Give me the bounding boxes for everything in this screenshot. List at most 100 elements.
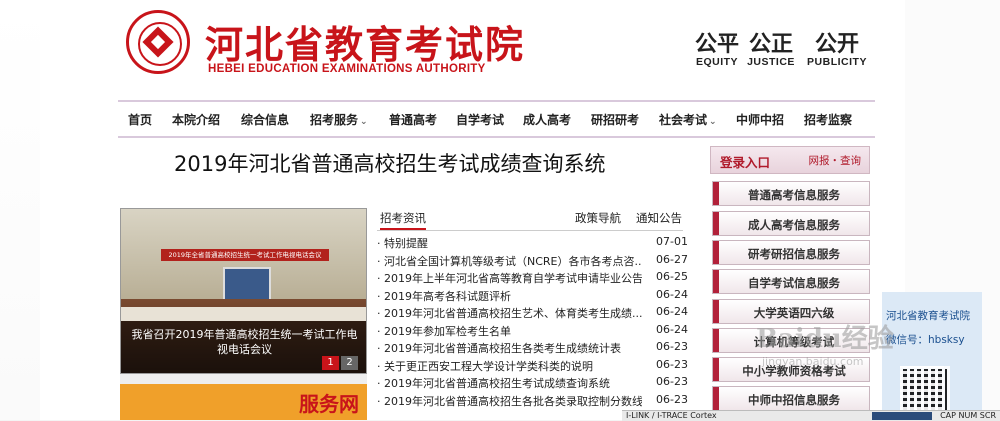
news-title[interactable]: · 特别提醒 xyxy=(377,235,642,251)
nav-general-info[interactable]: 综合信息 xyxy=(241,111,289,128)
list-item[interactable]: · 2019年高考各科试题评析 06-24 xyxy=(377,287,688,306)
sidebar-button-label: 成人高考信息服务 xyxy=(748,218,840,232)
news-title[interactable]: · 2019年河北省普通高校招生各类考生成绩统计表 xyxy=(377,340,642,356)
sidebar-self-study-service[interactable]: 自学考试信息服务 xyxy=(712,269,870,294)
watermark-url: jingyan.baidu.com xyxy=(762,355,864,368)
sidebar-graduate-service[interactable]: 研考研招信息服务 xyxy=(712,240,870,265)
nav-about[interactable]: 本院介绍 xyxy=(172,111,220,128)
meeting-banner: 2019年全省普通高校招生统一考试工作电视电话会议 xyxy=(161,249,329,261)
list-item[interactable]: · 河北省全国计算机等级考试（NCRE）各市各考点咨... 06-27 xyxy=(377,252,688,271)
status-left: I-LINK / I-TRACE Cortex xyxy=(626,411,717,420)
status-bar: I-LINK / I-TRACE Cortex CAP NUM SCR xyxy=(622,410,1000,421)
news-date: 06-23 xyxy=(656,357,688,371)
qr-code-pattern xyxy=(900,366,944,410)
motto-english: JUSTICE xyxy=(747,56,795,68)
login-subtitle[interactable]: 网报・查询 xyxy=(809,153,862,168)
sidebar-gaokao-service[interactable]: 普通高考信息服务 xyxy=(712,181,870,206)
news-title[interactable]: · 2019年参加军检考生名单 xyxy=(377,323,642,339)
nav-adult-exam[interactable]: 成人高考 xyxy=(523,111,571,128)
list-item[interactable]: · 2019年上半年河北省高等教育自学考试申请毕业公告 06-25 xyxy=(377,270,688,288)
motto-english: PUBLICITY xyxy=(807,56,867,68)
news-date: 06-24 xyxy=(656,305,688,318)
motto-label: 公平 xyxy=(694,31,739,57)
nav-label: 招考服务 xyxy=(310,113,359,127)
nav-supervision[interactable]: 招考监察 xyxy=(804,111,852,128)
promo-text: 服务网 xyxy=(299,392,359,416)
list-item[interactable]: · 2019年河北省普通高校招生各批各类录取控制分数线 06-23 xyxy=(377,392,688,411)
list-item[interactable]: · 特别提醒 07-01 xyxy=(377,235,688,253)
nav-label: 综合信息 xyxy=(241,113,290,127)
news-list: · 特别提醒 07-01 · 河北省全国计算机等级考试（NCRE）各市各考点咨..… xyxy=(377,235,688,411)
nav-gaokao[interactable]: 普通高考 xyxy=(389,111,437,128)
nav-label: 本院介绍 xyxy=(172,113,221,127)
watermark-logo: Baidu经验 xyxy=(756,324,894,354)
logo-seal-icon[interactable] xyxy=(126,10,190,74)
news-tabs: 招考资讯 政策导航 通知公告 xyxy=(377,208,683,231)
list-item[interactable]: · 2019年河北省普通高校招生各类考生成绩统计表 06-23 xyxy=(377,340,688,358)
login-title[interactable]: 登录入口 xyxy=(720,152,770,171)
tab-notices[interactable]: 通知公告 xyxy=(636,210,682,226)
status-right: CAP NUM SCR xyxy=(940,411,996,420)
wechat-float-box[interactable]: 河北省教育考试院 微信号：hbsksy xyxy=(882,292,982,420)
site-logo-title[interactable]: 河北省教育考试院 xyxy=(205,14,525,69)
news-date: 06-24 xyxy=(656,287,688,301)
carousel-pager: 12 xyxy=(320,350,358,370)
chevron-down-icon: ⌄ xyxy=(360,117,368,127)
motto-publicity: 公开 PUBLICITY xyxy=(806,32,868,68)
banner-text: 2019年全省普通高校招生统一考试工作电视电话会议 xyxy=(168,251,322,259)
tab-exam-news[interactable]: 招考资讯 xyxy=(380,210,426,230)
news-title[interactable]: · 关于更正西安工程大学设计学类科类的说明 xyxy=(377,358,642,374)
meeting-screen xyxy=(223,267,271,301)
news-title[interactable]: · 2019年上半年河北省高等教育自学考试申请毕业公告 xyxy=(377,270,642,286)
tab-policy[interactable]: 政策导航 xyxy=(575,210,621,226)
news-carousel[interactable]: 2019年全省普通高校招生统一考试工作电视电话会议 我省召开2019年普通高校招… xyxy=(120,208,367,374)
news-date: 06-27 xyxy=(656,252,688,266)
nav-label: 社会考试 xyxy=(659,113,708,127)
motto-english: EQUITY xyxy=(695,56,739,68)
news-title[interactable]: · 2019年河北省普通高校招生各批各类录取控制分数线 xyxy=(377,393,642,409)
news-date: 06-23 xyxy=(656,375,688,388)
list-item[interactable]: · 2019年河北省普通高校招生艺术、体育类考生成绩... 06-24 xyxy=(377,305,688,323)
motto-justice: 公正 JUSTICE xyxy=(740,32,802,68)
wechat-id: 微信号：hbsksy xyxy=(886,334,965,346)
list-item[interactable]: · 2019年参加军检考生名单 06-24 xyxy=(377,323,688,341)
nav-home[interactable]: 首页 xyxy=(128,111,152,128)
news-title[interactable]: · 2019年高考各科试题评析 xyxy=(377,288,642,304)
nav-label: 首页 xyxy=(128,113,153,127)
news-title[interactable]: · 2019年河北省普通高校招生考试成绩查询系统 xyxy=(377,375,642,391)
promo-banner[interactable]: 服务网 xyxy=(120,384,367,420)
list-item[interactable]: · 2019年河北省普通高校招生考试成绩查询系统 06-23 xyxy=(377,375,688,393)
nav-exam-services[interactable]: 招考服务 ⌄ xyxy=(310,111,368,128)
sidebar-normal-school-service[interactable]: 中师中招信息服务 xyxy=(712,386,870,411)
news-date: 06-23 xyxy=(656,340,688,353)
sidebar-button-label: 自学考试信息服务 xyxy=(748,276,840,290)
motto-label: 公开 xyxy=(814,31,859,57)
login-entry[interactable]: 登录入口 网报・查询 xyxy=(710,146,870,174)
nav-label: 成人高考 xyxy=(523,113,572,127)
page: 河北省教育考试院 HEBEI EDUCATION EXAMINATIONS AU… xyxy=(0,0,1000,421)
chevron-down-icon: ⌄ xyxy=(709,117,717,127)
nav-self-study-exam[interactable]: 自学考试 xyxy=(456,111,504,128)
status-indicator xyxy=(872,412,932,420)
nav-label: 研招研考 xyxy=(591,113,640,127)
page-title[interactable]: 2019年河北省普通高校招生考试成绩查询系统 xyxy=(174,148,605,178)
news-title[interactable]: · 河北省全国计算机等级考试（NCRE）各市各考点咨... xyxy=(377,253,642,269)
nav-label: 自学考试 xyxy=(456,113,505,127)
carousel-page-2[interactable]: 2 xyxy=(341,356,358,370)
nav-label: 普通高考 xyxy=(389,113,438,127)
sidebar-adult-exam-service[interactable]: 成人高考信息服务 xyxy=(712,211,870,236)
news-title[interactable]: · 2019年河北省普通高校招生艺术、体育类考生成绩... xyxy=(377,305,642,321)
nav-normal-school[interactable]: 中师中招 xyxy=(736,111,784,128)
carousel-page-1[interactable]: 1 xyxy=(322,356,339,370)
watermark: Baidu经验 jingyan.baidu.com xyxy=(756,318,894,368)
sidebar-button-label: 中师中招信息服务 xyxy=(748,393,840,407)
list-item[interactable]: · 关于更正西安工程大学设计学类科类的说明 06-23 xyxy=(377,357,688,376)
motto-label: 公正 xyxy=(748,31,793,57)
site-header: 河北省教育考试院 HEBEI EDUCATION EXAMINATIONS AU… xyxy=(0,0,1000,100)
nav-social-exams[interactable]: 社会考试 ⌄ xyxy=(659,111,717,128)
main-nav: 首页 本院介绍 综合信息 招考服务 ⌄ 普通高考 自学考试 成人高考 研招研考 社… xyxy=(118,100,875,138)
motto-equity: 公平 EQUITY xyxy=(686,32,748,68)
news-date: 06-23 xyxy=(656,392,688,406)
nav-graduate-exam[interactable]: 研招研考 xyxy=(591,111,639,128)
news-date: 06-25 xyxy=(656,270,688,283)
